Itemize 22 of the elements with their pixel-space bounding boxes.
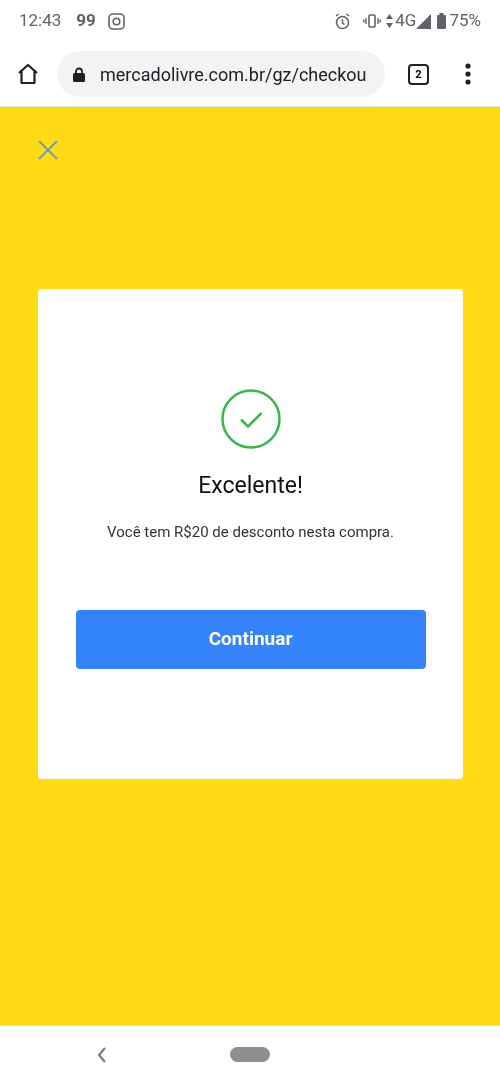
lock-icon [73, 66, 85, 82]
vibrate-icon [363, 14, 382, 28]
menu-icon[interactable] [465, 63, 471, 85]
battery-percent: 75% [449, 9, 481, 33]
network-type: 4G [395, 9, 417, 33]
signal-icon [416, 13, 432, 29]
back-icon[interactable] [97, 1046, 107, 1063]
home-icon[interactable] [16, 62, 40, 86]
status-time: 12:43 [19, 9, 62, 33]
address-bar[interactable]: mercadolivre.com.br/gz/checkou [57, 51, 385, 97]
data-arrows-icon [386, 14, 394, 28]
battery-icon [437, 13, 447, 29]
tab-count[interactable]: 2 [408, 63, 429, 85]
success-check-icon [220, 389, 281, 449]
url-text: mercadolivre.com.br/gz/checkou [100, 62, 367, 87]
home-pill[interactable] [230, 1047, 270, 1062]
dialog-title: Excelente! [198, 471, 303, 501]
notification-label: 99 [76, 9, 96, 33]
dialog-message: Você tem R$20 de desconto nesta compra. [107, 521, 394, 543]
alarm-icon [334, 12, 352, 30]
camera-icon [107, 12, 125, 30]
continue-button[interactable]: Continuar [75, 610, 426, 669]
